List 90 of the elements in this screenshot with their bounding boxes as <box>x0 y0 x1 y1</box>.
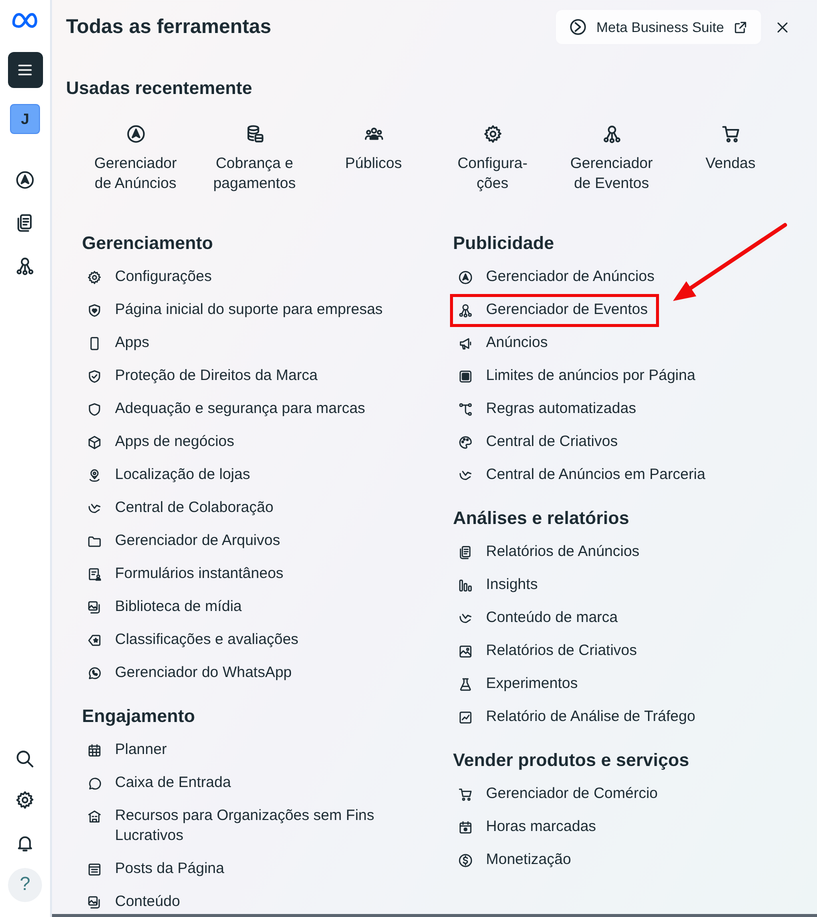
search-icon[interactable] <box>15 749 35 769</box>
tool-link[interactable]: Biblioteca de mídia <box>82 594 250 621</box>
tool-link[interactable]: Insights <box>453 572 546 599</box>
tool-link[interactable]: Localização de lojas <box>82 462 258 489</box>
section-heading: Engajamento <box>82 705 196 728</box>
cube-icon <box>87 434 102 450</box>
tool-link[interactable]: Apps <box>82 330 158 357</box>
tool-shortcut[interactable]: Configura-ções <box>433 124 552 194</box>
cart-icon <box>720 124 740 144</box>
framed-square-icon <box>458 368 473 384</box>
location-pin-icon <box>87 468 102 482</box>
tool-link[interactable]: Gerenciador de Arquivos <box>82 528 288 555</box>
flask-icon <box>458 676 473 692</box>
branch-icon <box>458 402 473 416</box>
dollar-icon <box>458 852 473 868</box>
section-heading: Gerenciamento <box>82 232 214 255</box>
tool-link[interactable]: Gerenciador de Eventos <box>453 297 656 324</box>
business-suite-button[interactable]: Meta Business Suite <box>556 10 761 44</box>
tool-shortcut[interactable]: Vendas <box>671 124 790 194</box>
tool-link[interactable]: Planner <box>82 737 175 764</box>
tool-link[interactable]: Caixa de Entrada <box>82 770 239 797</box>
panel-title: Todas as ferramentas <box>66 15 272 40</box>
nodes-icon <box>458 302 473 318</box>
line-chart-icon <box>458 710 473 724</box>
gear-icon <box>87 270 102 284</box>
section-heading: Vender produtos e serviços <box>453 749 690 772</box>
tool-link[interactable]: Central de Colaboração <box>82 495 282 522</box>
coin-stack-icon <box>244 124 264 144</box>
shield-heart-icon <box>87 302 102 318</box>
cart-icon <box>458 786 473 802</box>
shield-icon <box>87 402 102 416</box>
menu-button[interactable] <box>8 52 42 88</box>
help-button[interactable]: ? <box>8 868 42 902</box>
tool-link[interactable]: Relatório de Análise de Tráfego <box>453 704 704 731</box>
tool-link[interactable]: Conteúdo <box>82 889 188 914</box>
tool-link[interactable]: Monetização <box>453 847 580 874</box>
gear-icon[interactable] <box>15 790 35 810</box>
tool-link[interactable]: Gerenciador do WhatsApp <box>82 660 300 687</box>
section-heading: Publicidade <box>453 232 556 255</box>
tool-shortcut[interactable]: Públicos <box>314 124 433 194</box>
tool-link[interactable]: Configurações <box>82 264 220 291</box>
close-icon[interactable] <box>775 20 790 34</box>
tool-link[interactable]: Regras automatizadas <box>453 396 644 423</box>
image-icon <box>458 644 473 658</box>
tool-link[interactable]: Horas marcadas <box>453 814 604 841</box>
tool-link[interactable]: Formulários instantâneos <box>82 561 292 588</box>
tool-shortcut[interactable]: Cobrança e pagamentos <box>195 124 314 194</box>
external-link-icon <box>733 20 748 34</box>
account-avatar[interactable]: J <box>10 104 40 134</box>
tool-shortcut[interactable]: Gerenciador de Eventos <box>552 124 671 194</box>
tool-link[interactable]: Recursos para Organizações sem Fins Lucrativos <box>82 803 408 850</box>
image-stack-icon <box>87 894 102 910</box>
tool-link[interactable]: Apps de negócios <box>82 429 242 456</box>
section-heading: Análises e relatórios <box>453 507 630 530</box>
tool-link[interactable]: Adequação e segurança para marcas <box>82 396 374 423</box>
tool-link[interactable]: Gerenciador de Anúncios <box>453 264 662 291</box>
megaphone-icon <box>458 336 473 350</box>
calendar-icon <box>87 742 102 758</box>
tool-link[interactable]: Experimentos <box>453 671 586 698</box>
tool-link[interactable]: Conteúdo de marca <box>453 605 626 632</box>
image-stack-icon <box>87 600 102 614</box>
page-icon <box>87 862 102 876</box>
tool-link[interactable]: Proteção de Direitos da Marca <box>82 363 326 390</box>
tool-link[interactable]: Relatórios de Anúncios <box>453 539 648 566</box>
palette-icon <box>458 434 473 450</box>
tool-link[interactable]: Página inicial do suporte para empresas <box>82 297 391 324</box>
folder-icon <box>87 534 102 548</box>
chat-bubble-icon <box>87 776 102 790</box>
circle-chevron-icon <box>569 18 588 36</box>
form-icon <box>87 566 102 582</box>
tool-link[interactable]: Limites de anúncios por Página <box>453 363 704 390</box>
tool-link[interactable]: Classificações e avaliações <box>82 627 306 654</box>
tool-link[interactable]: Central de Anúncios em Parceria <box>453 462 714 489</box>
gear-icon <box>482 124 502 144</box>
document-stack-icon <box>458 544 473 560</box>
building-icon <box>87 808 102 824</box>
tool-link[interactable]: Anúncios <box>453 330 556 357</box>
nodes-icon <box>602 124 622 144</box>
nodes-icon[interactable] <box>15 256 35 276</box>
tool-link[interactable]: Central de Criativos <box>453 429 626 456</box>
infinity-logo-icon[interactable] <box>11 11 39 29</box>
chat-phone-icon <box>87 666 102 680</box>
tag-star-icon <box>87 632 102 648</box>
tool-shortcut[interactable]: Gerenciador de Anúncios <box>76 124 195 194</box>
tool-link[interactable]: Relatórios de Criativos <box>453 638 645 665</box>
section-heading: Usadas recentemente <box>66 77 254 100</box>
bar-chart-icon <box>458 578 473 592</box>
shield-check-icon <box>87 368 102 384</box>
tool-link[interactable]: Posts da Página <box>82 856 232 883</box>
tool-link[interactable]: Gerenciador de Comércio <box>453 781 666 808</box>
